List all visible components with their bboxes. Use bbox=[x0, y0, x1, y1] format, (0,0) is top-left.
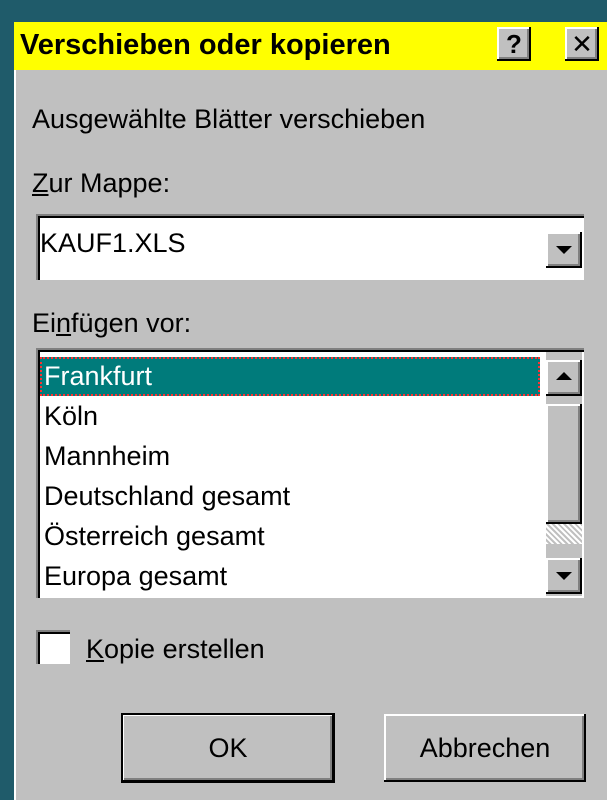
close-button[interactable]: ✕ bbox=[565, 27, 599, 61]
ok-button[interactable]: OK bbox=[121, 713, 335, 783]
to-book-dropdown-button[interactable] bbox=[546, 232, 582, 268]
cancel-button[interactable]: Abbrechen bbox=[384, 714, 586, 782]
list-item[interactable]: Köln bbox=[40, 397, 540, 436]
scroll-down-button[interactable] bbox=[546, 558, 582, 594]
list-item[interactable]: Frankfurt bbox=[40, 357, 540, 396]
scroll-up-button[interactable] bbox=[546, 360, 582, 396]
insert-before-label: Einfügen vor: bbox=[32, 308, 192, 338]
dialog-title: Verschieben oder kopieren bbox=[20, 29, 391, 61]
copy-checkbox[interactable] bbox=[36, 630, 70, 664]
description-label: Ausgewählte Blätter verschieben bbox=[32, 104, 426, 134]
chevron-down-icon bbox=[556, 246, 572, 254]
list-item[interactable]: Österreich gesamt bbox=[40, 517, 540, 556]
to-book-label: Zur Mappe: bbox=[32, 168, 171, 198]
copy-checkbox-label[interactable]: Kopie erstellen bbox=[86, 634, 265, 665]
list-item[interactable]: Mannheim bbox=[40, 437, 540, 476]
list-item[interactable]: Europa gesamt bbox=[40, 557, 540, 596]
close-icon: ✕ bbox=[571, 29, 593, 59]
chevron-down-icon bbox=[556, 572, 572, 580]
to-book-value: KAUF1.XLS bbox=[40, 228, 186, 258]
scrollbar-thumb[interactable] bbox=[546, 404, 582, 524]
help-icon: ? bbox=[506, 29, 522, 59]
help-button[interactable]: ? bbox=[497, 27, 531, 61]
list-item[interactable]: Deutschland gesamt bbox=[40, 477, 540, 516]
chevron-up-icon bbox=[556, 372, 572, 380]
scrollbar-track-dither bbox=[546, 524, 582, 544]
